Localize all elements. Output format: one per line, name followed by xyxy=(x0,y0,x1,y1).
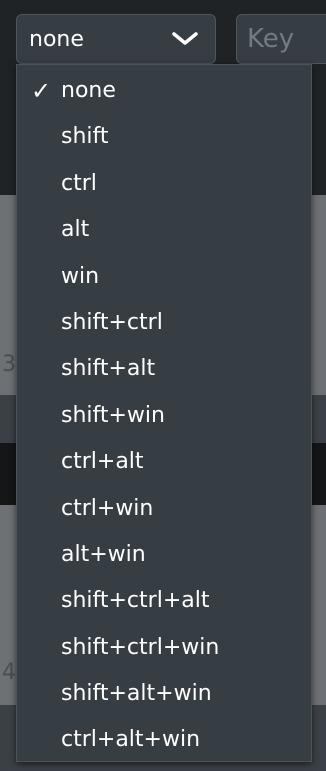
menu-item-label: ctrl+win xyxy=(61,495,154,521)
background-digit: 3 xyxy=(2,352,16,377)
menu-item-label: alt+win xyxy=(61,541,146,567)
menu-item-label: ctrl+alt xyxy=(61,449,144,475)
menu-item-shift-ctrl[interactable]: shift+ctrl xyxy=(17,300,311,346)
menu-item-shift-ctrl-alt[interactable]: shift+ctrl+alt xyxy=(17,578,311,624)
menu-item-ctrl-win[interactable]: ctrl+win xyxy=(17,486,311,532)
menu-item-label: alt xyxy=(61,217,90,243)
menu-item-label: shift xyxy=(61,124,109,150)
modifier-dropdown-menu: ✓ none shift ctrl alt win shift+ctrl shi… xyxy=(16,64,312,762)
menu-item-ctrl-alt-win[interactable]: ctrl+alt+win xyxy=(17,717,311,763)
menu-item-shift-ctrl-win[interactable]: shift+ctrl+win xyxy=(17,625,311,671)
menu-item-none[interactable]: ✓ none xyxy=(17,68,311,114)
modifier-select[interactable]: none xyxy=(16,14,216,64)
checkmark-icon: ✓ xyxy=(31,77,52,105)
modifier-select-value: none xyxy=(29,26,84,52)
background-digit: 4 xyxy=(2,660,16,685)
chevron-down-icon[interactable] xyxy=(167,24,203,54)
menu-item-label: shift+ctrl xyxy=(61,309,163,335)
menu-item-label: shift+alt+win xyxy=(61,681,212,707)
menu-item-label: shift+alt xyxy=(61,356,156,382)
menu-item-shift-win[interactable]: shift+win xyxy=(17,393,311,439)
menu-item-label: ctrl+alt+win xyxy=(61,727,201,753)
menu-item-alt-win[interactable]: alt+win xyxy=(17,532,311,578)
menu-item-label: ctrl xyxy=(61,170,97,196)
menu-item-label: none xyxy=(61,78,116,103)
menu-item-label: shift+win xyxy=(61,402,165,428)
menu-item-ctrl[interactable]: ctrl xyxy=(17,161,311,207)
menu-item-label: shift+ctrl+alt xyxy=(61,588,210,614)
menu-item-alt[interactable]: alt xyxy=(17,207,311,253)
menu-item-ctrl-alt[interactable]: ctrl+alt xyxy=(17,439,311,485)
menu-item-shift[interactable]: shift xyxy=(17,114,311,160)
key-input[interactable] xyxy=(236,14,326,64)
menu-item-shift-alt[interactable]: shift+alt xyxy=(17,346,311,392)
menu-item-shift-alt-win[interactable]: shift+alt+win xyxy=(17,671,311,717)
menu-item-label: win xyxy=(61,263,100,289)
menu-item-label: shift+ctrl+win xyxy=(61,634,220,660)
menu-item-win[interactable]: win xyxy=(17,254,311,300)
